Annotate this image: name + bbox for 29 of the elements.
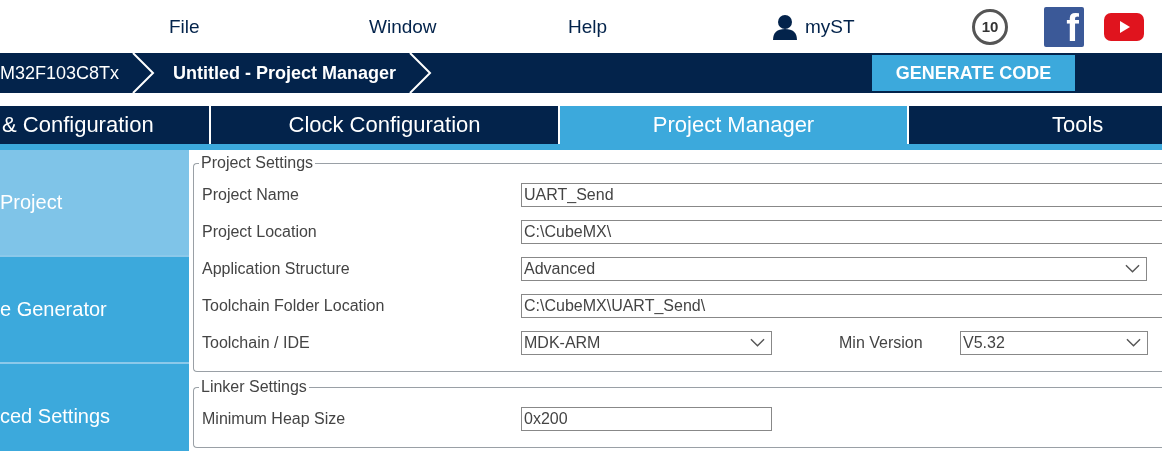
menu-item[interactable]: Window — [369, 15, 568, 38]
tab[interactable]: Tools — [909, 106, 1160, 144]
input-field[interactable]: C:\CubeMX\UART_Send\ — [521, 293, 1162, 318]
menu-item[interactable]: Help — [568, 15, 772, 38]
field-label: Toolchain / IDE — [202, 333, 311, 352]
user-icon[interactable] — [772, 13, 798, 40]
section-title: Project Settings — [200, 154, 315, 172]
field-label: Application Structure — [202, 259, 351, 278]
breadcrumb[interactable]: M32F103C8Tx — [0, 62, 132, 84]
input-field[interactable]: C:\CubeMX\ — [521, 219, 1162, 244]
chevron-icon — [131, 53, 156, 93]
user-link[interactable]: myST — [805, 15, 855, 38]
facebook-logo[interactable]: f — [1044, 6, 1084, 47]
field-label: Project Location — [202, 222, 318, 241]
dropdown-field[interactable]: V5.32 — [960, 330, 1148, 355]
field-label: Min Version — [839, 333, 924, 352]
menu-item[interactable]: File — [169, 15, 369, 38]
dropdown-field[interactable]: MDK-ARM — [521, 330, 772, 355]
field-label: Minimum Heap Size — [202, 409, 347, 428]
input-field[interactable]: UART_Send — [521, 182, 1162, 207]
breadcrumb[interactable]: Untitled - Project Manager — [155, 62, 409, 84]
input-field[interactable]: 0x200 — [521, 406, 772, 431]
dropdown-field[interactable]: Advanced — [521, 256, 1147, 281]
section-title: Linker Settings — [200, 378, 308, 396]
anniversary-badge[interactable]: 10 — [972, 8, 1008, 45]
field-label: Project Name — [202, 185, 300, 204]
field-label: Toolchain Folder Location — [202, 296, 386, 315]
chevron-icon — [408, 53, 433, 93]
video-play-icon[interactable] — [1104, 12, 1144, 41]
